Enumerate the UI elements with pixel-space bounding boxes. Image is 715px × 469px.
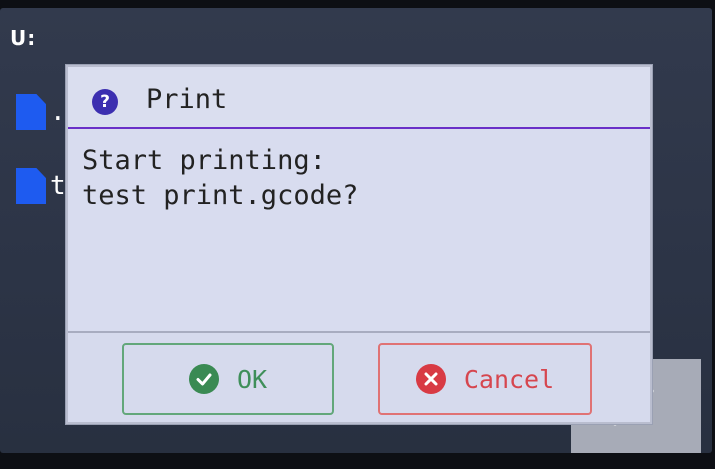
file-icon: [16, 94, 46, 130]
message-line: Start printing:: [82, 145, 326, 176]
current-path: U:: [10, 26, 37, 50]
cancel-button[interactable]: Cancel: [378, 343, 592, 415]
question-circle-icon: ?: [92, 89, 118, 115]
ok-button-label: OK: [236, 364, 268, 394]
file-list-item[interactable]: t: [16, 168, 66, 204]
dialog-message: Start printing: test print.gcode?: [82, 143, 636, 213]
x-circle-icon: [415, 364, 446, 394]
file-name: .: [50, 97, 66, 127]
file-name: t: [50, 171, 66, 201]
file-list-item[interactable]: .: [16, 94, 66, 130]
dialog-header: ? Print: [68, 67, 650, 129]
print-dialog: ? Print Start printing: test print.gcode…: [66, 65, 652, 424]
ok-button[interactable]: OK: [122, 343, 334, 415]
message-line: test print.gcode?: [82, 180, 359, 211]
printer-screen: U: . t ? Print Start printing: test prin…: [0, 8, 712, 453]
dialog-title: Print: [146, 84, 228, 115]
dialog-footer: OK Cancel: [68, 331, 650, 422]
cancel-button-label: Cancel: [463, 364, 555, 394]
check-circle-icon: [188, 364, 219, 394]
file-icon: [16, 168, 46, 204]
